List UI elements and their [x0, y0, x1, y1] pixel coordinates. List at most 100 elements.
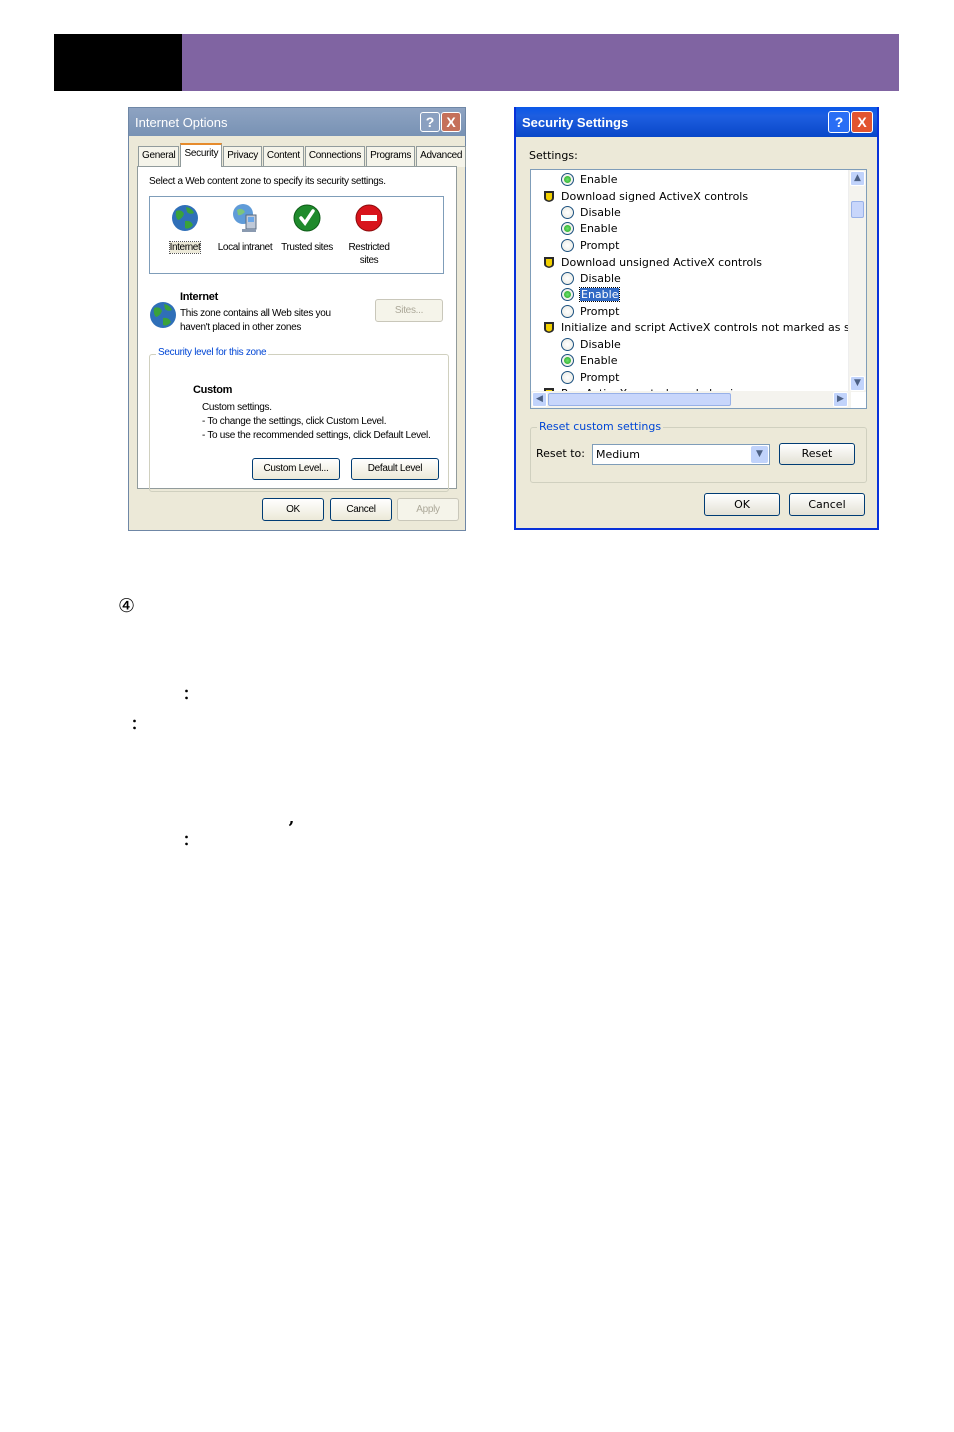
- horizontal-scrollbar[interactable]: ◀ ▶: [531, 391, 851, 408]
- level-line1: Custom settings.: [202, 402, 272, 413]
- radio-button[interactable]: [561, 287, 574, 301]
- radio-button[interactable]: [561, 337, 574, 351]
- zone-trusted-sites[interactable]: Trusted sites: [274, 201, 340, 254]
- reset-to-value: Medium: [596, 448, 640, 461]
- radio-label: Enable: [580, 221, 618, 235]
- radio-label: Prompt: [580, 238, 620, 252]
- radio-button[interactable]: [561, 221, 574, 235]
- tab-content[interactable]: Content: [262, 146, 304, 167]
- zone-desc-line2: haven't placed in other zones: [180, 322, 302, 333]
- help-button[interactable]: ?: [828, 111, 850, 133]
- tab-advanced[interactable]: Advanced: [416, 146, 467, 167]
- settings-list[interactable]: Enable Download signed ActiveX controls …: [530, 169, 867, 409]
- radio-button[interactable]: [561, 370, 574, 384]
- tab-strip: General Security Privacy Content Connect…: [138, 143, 467, 167]
- zone-local-intranet[interactable]: Local intranet: [212, 201, 278, 254]
- setting-header: Download signed ActiveX controls: [543, 188, 748, 204]
- zone-restricted-sites[interactable]: Restricted sites: [336, 201, 402, 267]
- scroll-down-icon[interactable]: ▼: [850, 376, 865, 391]
- colon-mark: ：: [131, 717, 145, 733]
- setting-header: Download unsigned ActiveX controls: [543, 254, 762, 270]
- tab-security[interactable]: Security: [180, 143, 223, 167]
- radio-option[interactable]: Disable: [561, 204, 621, 220]
- zone-desc-line1: This zone contains all Web sites you: [180, 308, 331, 319]
- radio-button[interactable]: [561, 271, 574, 285]
- apply-button[interactable]: Apply: [397, 498, 459, 521]
- scroll-left-icon[interactable]: ◀: [532, 392, 547, 407]
- zone-label-restricted-line1: Restricted: [348, 242, 390, 253]
- setting-header-label: Download unsigned ActiveX controls: [561, 255, 763, 269]
- horizontal-scroll-thumb[interactable]: [548, 393, 731, 406]
- zone-label-internet: Internet: [168, 241, 202, 254]
- globe-icon: [150, 302, 176, 328]
- radio-label: Prompt: [580, 304, 620, 318]
- tab-general[interactable]: General: [138, 146, 180, 167]
- setting-header: Initialize and script ActiveX controls n…: [543, 319, 866, 335]
- zone-label-trusted-sites: Trusted sites: [281, 242, 333, 253]
- security-level-group: Security level for this zone Custom Cust…: [149, 347, 449, 492]
- restricted-icon: [355, 204, 383, 232]
- header-black-block: [54, 34, 182, 91]
- ok-button[interactable]: OK: [262, 498, 324, 521]
- security-level-group-label: Security level for this zone: [156, 347, 269, 358]
- scroll-up-icon[interactable]: ▲: [850, 171, 865, 186]
- close-button[interactable]: X: [851, 111, 873, 133]
- radio-option[interactable]: Disable: [561, 336, 621, 352]
- security-settings-titlebar[interactable]: Security Settings ? X: [516, 107, 877, 137]
- level-title: Custom: [193, 384, 233, 396]
- tab-connections[interactable]: Connections: [304, 146, 366, 167]
- radio-label: Enable: [580, 353, 618, 367]
- zone-label-local-intranet: Local intranet: [217, 242, 273, 253]
- radio-option[interactable]: Prompt: [561, 303, 619, 319]
- colon-mark: ：: [183, 833, 197, 849]
- zone-name: Internet: [180, 291, 218, 303]
- settings-label: Settings:: [529, 149, 578, 162]
- zone-label-restricted-line2: sites: [359, 255, 379, 266]
- network-computer-icon: [233, 204, 257, 232]
- security-settings-window: Security Settings ? X Settings: Enable D…: [514, 107, 879, 530]
- checkmark-icon: [293, 204, 321, 232]
- close-button[interactable]: X: [441, 112, 461, 132]
- security-tab-pane: Select a Web content zone to specify its…: [137, 166, 457, 492]
- reset-button[interactable]: Reset: [779, 443, 855, 465]
- radio-button[interactable]: [561, 205, 574, 219]
- radio-label: Disable: [580, 337, 621, 351]
- setting-shield-icon: [544, 321, 554, 333]
- radio-option-selected[interactable]: Enable: [561, 286, 621, 302]
- radio-label: Disable: [580, 271, 621, 285]
- scroll-right-icon[interactable]: ▶: [833, 392, 848, 407]
- step-marker: ④: [118, 595, 136, 617]
- radio-option[interactable]: Disable: [561, 270, 621, 286]
- setting-shield-icon: [544, 190, 554, 202]
- globe-icon: [172, 205, 198, 231]
- radio-label: Prompt: [580, 370, 620, 384]
- radio-label: Enable: [578, 286, 621, 302]
- tab-privacy[interactable]: Privacy: [223, 146, 262, 167]
- custom-level-button[interactable]: Custom Level...: [252, 458, 340, 480]
- radio-option[interactable]: Enable: [561, 171, 617, 187]
- vertical-scroll-thumb[interactable]: [851, 201, 864, 218]
- apostrophe-mark: ’: [288, 818, 295, 839]
- vertical-scrollbar[interactable]: ▲ ▼: [848, 170, 866, 392]
- radio-option[interactable]: Enable: [561, 220, 617, 236]
- internet-options-titlebar[interactable]: Internet Options ? X: [129, 108, 465, 136]
- radio-button[interactable]: [561, 238, 574, 252]
- default-level-button[interactable]: Default Level: [351, 458, 439, 480]
- radio-option[interactable]: Enable: [561, 352, 617, 368]
- cancel-button[interactable]: Cancel: [789, 493, 865, 516]
- reset-to-select[interactable]: Medium ▼: [592, 444, 770, 465]
- ok-button[interactable]: OK: [704, 493, 780, 516]
- zone-internet[interactable]: Internet: [152, 201, 218, 254]
- chevron-down-icon[interactable]: ▼: [751, 446, 768, 463]
- radio-button[interactable]: [561, 304, 574, 318]
- tab-programs[interactable]: Programs: [366, 146, 416, 167]
- radio-option[interactable]: Prompt: [561, 237, 619, 253]
- sites-button[interactable]: Sites...: [375, 299, 443, 322]
- help-button[interactable]: ?: [420, 112, 440, 132]
- radio-button[interactable]: [561, 353, 574, 367]
- level-line3: - To use the recommended settings, click…: [202, 430, 431, 441]
- cancel-button[interactable]: Cancel: [330, 498, 392, 521]
- radio-button[interactable]: [561, 172, 574, 186]
- window-title: Security Settings: [522, 114, 629, 130]
- radio-option[interactable]: Prompt: [561, 369, 619, 385]
